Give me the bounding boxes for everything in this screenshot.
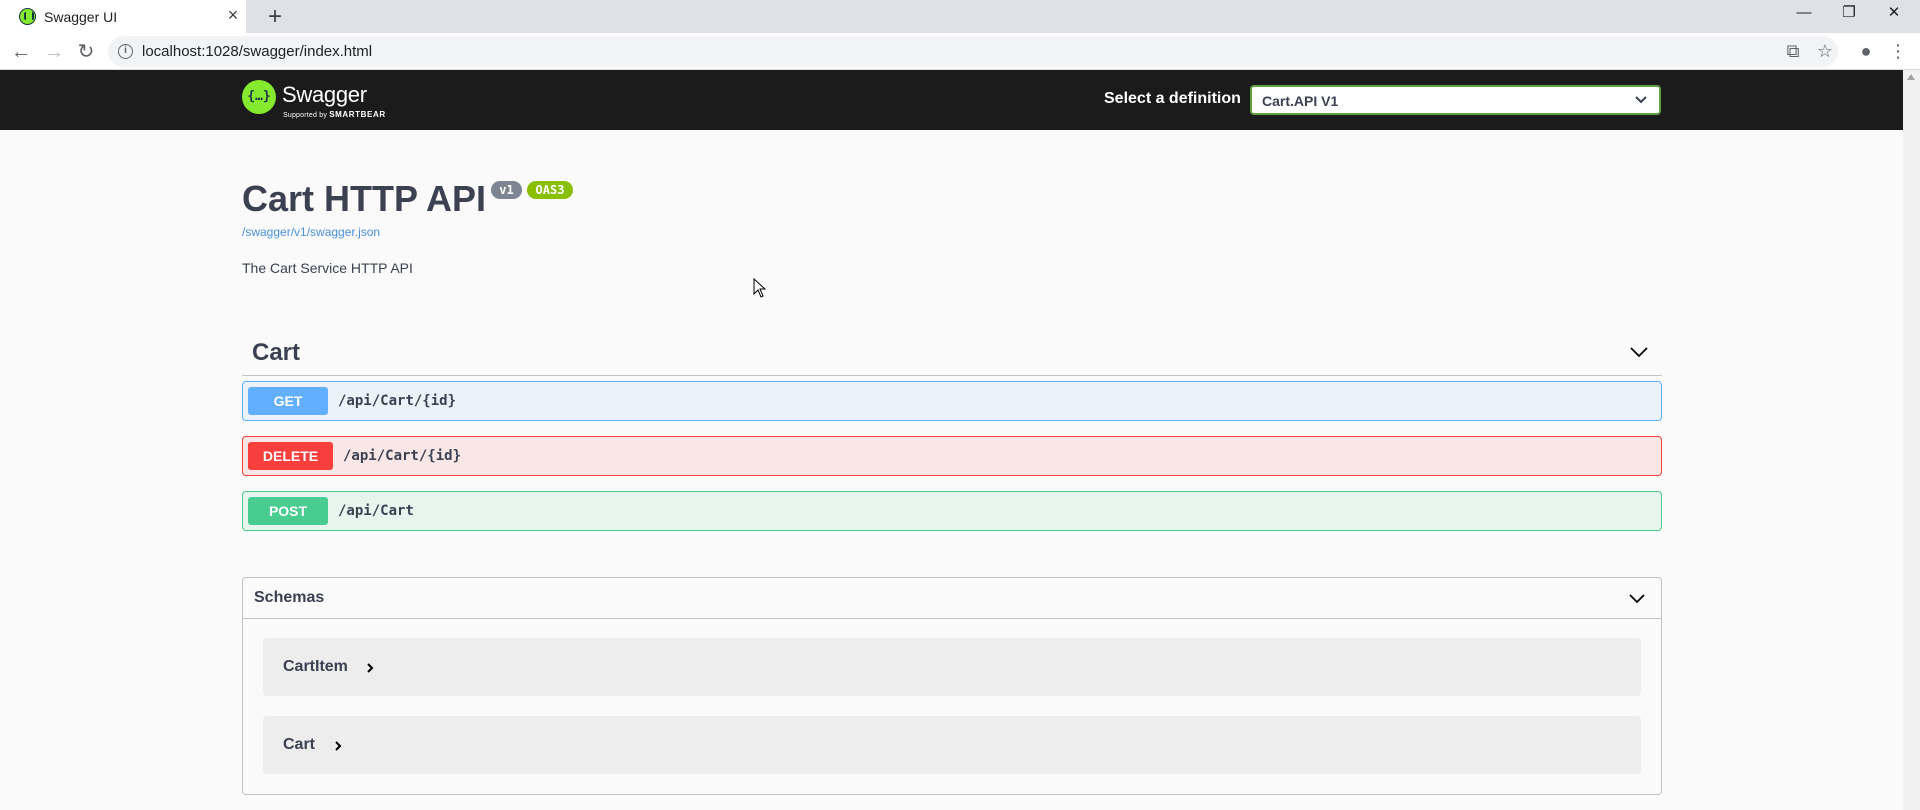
restore-icon[interactable]: ❐ xyxy=(1827,0,1871,28)
api-title: Cart HTTP API xyxy=(242,178,487,219)
method-badge-post: POST xyxy=(248,497,328,525)
chevron-right-icon[interactable] xyxy=(365,662,375,674)
operation-delete-cart-id[interactable]: DELETE /api/Cart/{id} xyxy=(242,436,1662,476)
definition-selected-value: Cart.API V1 xyxy=(1262,93,1339,109)
operation-path: /api/Cart/{id} xyxy=(338,393,457,409)
reload-icon[interactable]: ↻ xyxy=(72,38,100,66)
schema-name: Cart xyxy=(283,736,316,753)
operation-path: /api/Cart xyxy=(338,503,414,519)
schemas-header[interactable]: Schemas xyxy=(243,578,1661,619)
method-badge-get: GET xyxy=(248,387,328,415)
chevron-down-icon[interactable] xyxy=(1628,341,1650,363)
operation-path: /api/Cart/{id} xyxy=(343,448,462,464)
method-badge-delete: DELETE xyxy=(248,442,333,470)
browser-tabstrip: Swagger UI × + — ❐ ✕ xyxy=(0,0,1920,33)
logo-sub-brand: SMARTBEAR xyxy=(329,110,386,119)
swagger-topbar: {…} Swagger Supported by SMARTBEAR Selec… xyxy=(0,70,1903,130)
minimize-icon[interactable]: — xyxy=(1782,0,1826,28)
close-tab-icon[interactable]: × xyxy=(224,6,242,24)
swagger-logo-text[interactable]: Swagger xyxy=(282,82,367,108)
browser-tab[interactable]: Swagger UI × xyxy=(0,0,246,33)
menu-kebab-icon[interactable]: ⋮ xyxy=(1883,36,1913,67)
operation-get-cart-id[interactable]: GET /api/Cart/{id} xyxy=(242,381,1662,421)
definition-select[interactable]: Cart.API V1 xyxy=(1250,85,1661,115)
page-scrollbar[interactable] xyxy=(1903,70,1920,810)
swagger-favicon-icon xyxy=(19,8,36,25)
mouse-cursor-icon xyxy=(753,278,767,298)
schema-name: CartItem xyxy=(283,658,348,675)
chevron-down-icon xyxy=(1635,96,1647,104)
forward-icon[interactable]: → xyxy=(40,38,68,66)
scroll-up-icon[interactable] xyxy=(1907,74,1915,80)
operation-post-cart[interactable]: POST /api/Cart xyxy=(242,491,1662,531)
api-description: The Cart Service HTTP API xyxy=(242,260,413,276)
window-close-icon[interactable]: ✕ xyxy=(1872,0,1916,28)
site-info-icon[interactable]: i xyxy=(118,44,133,59)
new-tab-icon[interactable]: + xyxy=(261,3,289,31)
schema-item-cart[interactable]: Cart xyxy=(263,716,1641,774)
schemas-title: Schemas xyxy=(254,589,325,606)
swagger-logo-icon[interactable]: {…} xyxy=(242,80,276,114)
address-bar[interactable]: i localhost:1028/swagger/index.html xyxy=(108,36,1838,67)
spec-json-link[interactable]: /swagger/v1/swagger.json xyxy=(242,225,380,239)
logo-sub-prefix: Supported by xyxy=(283,112,328,119)
chevron-down-icon[interactable] xyxy=(1627,589,1647,609)
swagger-logo-subtitle: Supported by SMARTBEAR xyxy=(283,110,386,119)
url-text[interactable]: localhost:1028/swagger/index.html xyxy=(142,43,372,60)
back-icon[interactable]: ← xyxy=(7,38,35,66)
oas-badge: OAS3 xyxy=(527,181,573,199)
schema-item-cartitem[interactable]: CartItem xyxy=(263,638,1641,696)
schemas-section: Schemas CartItem Cart xyxy=(242,577,1662,795)
bookmark-star-icon[interactable]: ☆ xyxy=(1810,36,1840,67)
browser-toolbar: ← → ↻ i localhost:1028/swagger/index.htm… xyxy=(0,33,1920,70)
profile-icon[interactable]: ● xyxy=(1851,36,1881,67)
chevron-right-icon[interactable] xyxy=(333,740,343,752)
tag-name: Cart xyxy=(252,339,301,366)
translate-icon[interactable]: ⧉ xyxy=(1778,36,1808,67)
definition-label: Select a definition xyxy=(1104,90,1241,107)
tag-header-cart[interactable]: Cart xyxy=(242,329,1662,376)
version-badge: v1 xyxy=(491,181,522,199)
tab-title: Swagger UI xyxy=(44,9,118,25)
